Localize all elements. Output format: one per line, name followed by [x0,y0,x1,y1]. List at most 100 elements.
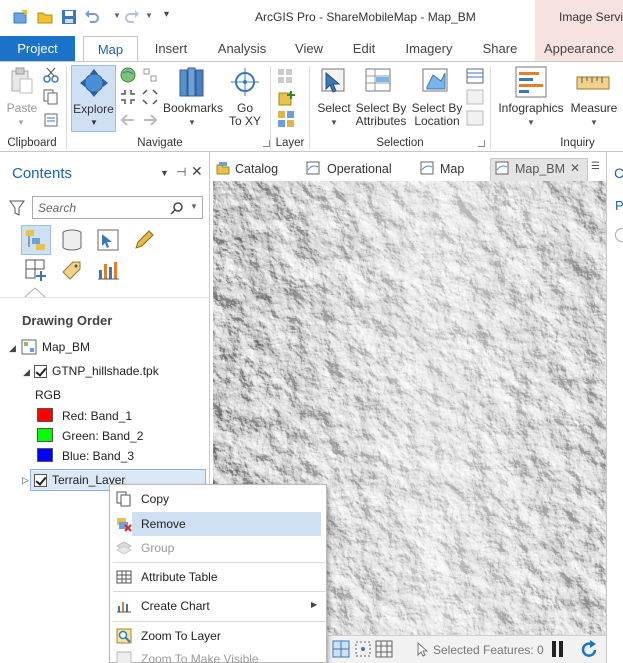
tab-edit[interactable]: Edit [344,36,384,62]
tab-list-icon[interactable]: ☰ [591,161,600,172]
attributes-icon[interactable] [466,68,484,84]
new-project-icon[interactable] [12,9,28,25]
cut-icon[interactable] [43,67,59,83]
pause-icon-bar[interactable] [552,641,556,657]
blue-band-swatch[interactable] [37,448,53,462]
tab-share[interactable]: Share [473,36,527,62]
search-input[interactable]: Search ▼ [32,196,203,219]
select-button[interactable]: Select [313,102,355,115]
green-band-swatch[interactable] [37,428,53,442]
doc-tab-map[interactable]: Map [440,158,464,180]
tab-insert[interactable]: Insert [146,36,196,62]
menu-item-create-chart[interactable]: Create Chart ▶ [110,594,326,618]
bookmarks-icon[interactable] [177,66,207,98]
measure-icon[interactable] [576,74,610,92]
menu-item-remove[interactable]: Remove [132,512,321,536]
select-dropdown-icon[interactable]: ▼ [330,118,338,127]
pane-options-icon[interactable]: ▼ [160,168,169,178]
search-dropdown-icon[interactable]: ▼ [190,202,198,211]
save-icon[interactable] [61,9,77,25]
map-name[interactable]: Map_BM [42,340,90,354]
grid-icon[interactable] [375,640,393,658]
close-tab-icon[interactable]: ✕ [570,161,580,175]
open-project-icon[interactable] [37,9,53,25]
bookmarks-dropdown-icon[interactable]: ▼ [188,118,196,127]
navigate-launcher-icon[interactable] [263,140,270,147]
layer-name[interactable]: GTNP_hillshade.tpk [52,364,159,378]
list-by-selection-icon[interactable] [96,228,120,252]
zoom-out-fixed-icon[interactable] [142,89,158,105]
layer-visibility-checkbox[interactable] [34,474,47,487]
menu-item-zoom-to-layer[interactable]: Zoom To Layer [110,624,326,648]
tab-imagery[interactable]: Imagery [398,36,460,62]
zoom-to-selection-icon[interactable] [466,110,484,126]
customize-qat-icon[interactable]: ▾ [164,9,169,20]
list-by-labeling-icon[interactable] [60,258,84,282]
previous-extent-icon[interactable] [120,112,136,128]
fixed-zoom-icon[interactable] [142,67,158,83]
full-extent-icon[interactable] [120,67,136,83]
go-to-xy-icon[interactable] [231,68,259,96]
undo-dropdown-icon[interactable]: ▼ [113,11,121,20]
measure-dropdown-icon[interactable]: ▼ [590,118,598,127]
search-icon[interactable] [170,201,184,215]
doc-tab-operational[interactable]: Operational [327,158,392,180]
redo-icon[interactable] [124,9,140,25]
copy-path-icon[interactable] [43,112,59,128]
infographics-dropdown-icon[interactable]: ▼ [527,118,535,127]
redo-dropdown-icon[interactable]: ▼ [145,11,153,20]
list-by-editing-icon[interactable] [132,228,156,252]
paste-icon[interactable] [10,67,34,95]
menu-item-attribute-table[interactable]: Attribute Table [110,565,326,589]
list-by-snapping-icon[interactable] [24,258,48,282]
go-to-xy-button[interactable]: Go To XY [228,102,262,128]
tab-project[interactable]: Project [0,36,75,62]
paste-button[interactable]: Paste [6,102,38,115]
menu-item-copy[interactable]: Copy [110,487,326,511]
snapping-icon[interactable] [354,640,372,658]
filter-icon[interactable] [9,199,25,217]
refresh-icon[interactable] [579,640,599,660]
measure-button[interactable]: Measure [568,102,620,115]
tab-view[interactable]: View [288,36,330,62]
pin-icon[interactable]: ⊣ [176,165,186,179]
tab-appearance[interactable]: Appearance [535,36,623,62]
doc-tab-map-bm[interactable]: Map_BM [515,158,565,180]
undo-icon[interactable] [84,9,100,25]
collapse-layer-icon[interactable]: ◢ [23,367,30,378]
right-pane-back-icon[interactable] [615,228,623,242]
bookmarks-button[interactable]: Bookmarks [160,102,226,115]
select-by-attributes-button[interactable]: Select By Attributes [353,102,409,128]
list-by-charts-icon[interactable] [96,258,120,282]
explore-button[interactable]: Explore ▼ [71,65,116,132]
add-data-icon[interactable] [277,89,299,107]
select-by-location-button[interactable]: Select By Location [410,102,464,128]
add-preset-icon[interactable] [277,110,299,128]
list-by-source-icon[interactable] [60,228,84,252]
close-icon[interactable]: ✕ [191,163,203,180]
tab-analysis[interactable]: Analysis [211,36,273,62]
pause-icon[interactable] [559,641,563,657]
select-by-location-icon[interactable] [421,67,451,97]
tab-map[interactable]: Map [83,36,138,63]
zoom-in-fixed-icon[interactable] [120,89,136,105]
infographics-button[interactable]: Infographics [494,102,568,115]
add-data-grid-icon[interactable] [277,68,299,86]
select-by-attributes-icon[interactable] [364,67,394,97]
collapse-map-icon[interactable]: ◢ [9,343,16,354]
menu-item-zoom-to-make-visible[interactable]: Zoom To Make Visible [110,647,326,663]
snapping-grid-icon[interactable] [332,640,350,658]
list-by-drawing-order-button[interactable] [21,225,51,255]
menu-item-group[interactable]: Group [110,536,326,560]
infographics-icon[interactable] [515,66,547,98]
paste-dropdown-icon[interactable]: ▼ [17,118,25,127]
next-extent-icon[interactable] [142,112,158,128]
copy-icon[interactable] [43,89,59,105]
expand-layer-icon[interactable]: ▷ [22,475,29,486]
select-icon[interactable] [320,67,348,97]
selection-launcher-icon[interactable] [478,140,485,147]
doc-tab-catalog[interactable]: Catalog [235,158,278,180]
layer-visibility-checkbox[interactable] [34,365,47,378]
red-band-swatch[interactable] [37,408,53,422]
clear-selection-icon[interactable] [466,89,484,105]
